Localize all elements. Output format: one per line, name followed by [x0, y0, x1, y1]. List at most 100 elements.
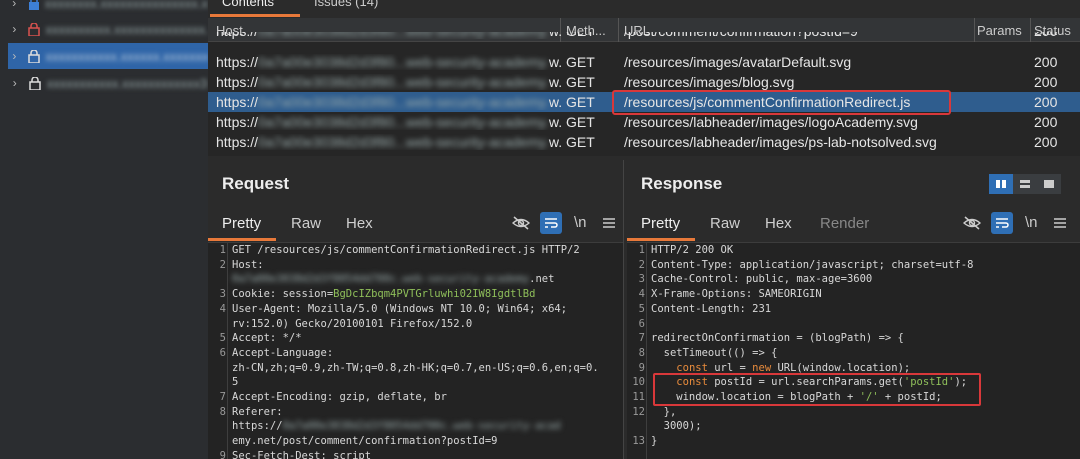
lock-icon — [27, 0, 41, 11]
site-host: xxxxxxxxxxx.xxxxxxxxxxxx30 — [46, 75, 209, 91]
code-line: setTimeout(() => { — [651, 346, 778, 359]
request-editor[interactable]: 1 2 3 4 5 6 7 8 9 GET /resources/js/comm… — [208, 242, 623, 459]
table-row[interactable]: https://0a7a00e3038d2d3f80...web-securit… — [208, 52, 1080, 72]
code-line: } — [651, 435, 658, 448]
tab-contents[interactable]: Contents — [222, 0, 274, 9]
tab-hex[interactable]: Hex — [346, 215, 373, 232]
active-tab-indicator — [208, 238, 276, 241]
chevron-right-icon[interactable]: › — [8, 0, 21, 10]
newline-toggle[interactable]: \n — [1025, 214, 1038, 231]
newline-toggle[interactable]: \n — [574, 214, 587, 231]
table-cell-method: GET — [566, 94, 595, 110]
table-cell-status: 200 — [1034, 134, 1058, 150]
table-row[interactable]: https://0a7a00e3038d2d3f80...web-securit… — [208, 132, 1080, 152]
code-line: HTTP/2 200 OK — [651, 244, 734, 256]
site-item[interactable]: › xxxxxxxxxxx.xxxxxxxxxxxx30 — [8, 70, 208, 96]
code-line: Host: — [232, 258, 264, 271]
code-line: 0a7a00e3038d2d3f8054dd700c.web-security-… — [232, 273, 555, 286]
single-view-icon[interactable] — [1037, 174, 1061, 194]
chevron-right-icon[interactable]: › — [8, 22, 21, 36]
eye-off-icon[interactable] — [510, 212, 532, 234]
site-host: xxxxxxxx.xxxxxxxxxxxxxxx.xxxx — [44, 0, 208, 11]
table-cell-status: 200 — [1034, 74, 1058, 90]
code-line: Referer: — [232, 405, 283, 418]
code-line: zh-CN,zh;q=0.9,zh-TW;q=0.8,zh-HK;q=0.7,e… — [232, 361, 599, 374]
site-item[interactable]: › xxxxxxxx.xxxxxxxxxxxxxxx.xxxx — [8, 0, 208, 16]
eye-off-icon[interactable] — [961, 212, 983, 234]
response-editor[interactable]: 1 2 3 4 5 6 7 8 9 10 11 12 13 HTTP/2 200… — [627, 242, 1080, 459]
red-lock-icon — [27, 21, 42, 37]
active-tab-indicator — [627, 238, 695, 241]
code-line: Content-Type: application/javascript; ch… — [651, 258, 974, 271]
table-cell-status: 200 — [1034, 114, 1058, 130]
tab-raw[interactable]: Raw — [291, 215, 321, 232]
table-cell-host: https://0a7a00e3038d2d3f80...web-securit… — [216, 134, 561, 150]
table-cell-url: /post/comment/confirmation?postId=9 — [624, 32, 972, 39]
code-line: GET /resources/js/commentConfirmationRed… — [232, 244, 580, 256]
wrap-icon[interactable] — [540, 212, 562, 234]
response-title: Response — [641, 174, 723, 193]
table-cell-status: 200 — [1034, 32, 1080, 39]
code-line: Accept-Language: — [232, 346, 334, 359]
site-map-tree: › xxxxxxxx.xxxxxxxxxxxxxxx.xxxx › xxxxxx… — [0, 0, 208, 459]
site-item-selected[interactable]: › xxxxxxxxxxx.xxxxxx.xxxxxxx30 — [8, 43, 208, 69]
split-horizontal-icon[interactable] — [1013, 174, 1037, 194]
layout-switcher — [989, 174, 1061, 196]
line-gutter: 1 2 3 4 5 6 7 8 9 — [208, 243, 228, 459]
code-line: redirectOnConfirmation = (blogPath) => { — [651, 332, 904, 345]
table-cell-url: /resources/labheader/images/ps-lab-notso… — [624, 134, 937, 150]
tab-pretty[interactable]: Pretty — [222, 215, 261, 232]
request-pane: Request Pretty Raw Hex \n 1 2 3 4 5 6 7 … — [208, 160, 624, 459]
table-row[interactable]: https://0a7a00e3038d2d3f80...web-securit… — [208, 112, 1080, 132]
code-line: Sec-Fetch-Dest: script — [232, 449, 372, 459]
line-gutter: 1 2 3 4 5 6 7 8 9 10 11 12 13 — [627, 243, 647, 459]
chevron-right-icon[interactable]: › — [8, 76, 21, 90]
table-cell-method: GET — [566, 134, 595, 150]
code-line: Content-Length: 231 — [651, 302, 772, 315]
tab-raw[interactable]: Raw — [710, 215, 740, 232]
top-tabs: Contents Issues (14) — [208, 0, 1080, 18]
url-highlight-box — [612, 90, 951, 115]
table-cell-host: https://0a7a00e3038d2d3f80...web-securit… — [216, 114, 561, 130]
code-line: https://0a7a00e3038d2d3f8054dd700c.web-s… — [232, 420, 561, 433]
split-vertical-icon[interactable] — [989, 174, 1013, 194]
table-cell-status: 200 — [1034, 54, 1058, 70]
table-cell-host: https://0a7a00e3038d2d3f80...web-securit… — [216, 32, 561, 39]
code-line: Accept: */* — [232, 332, 302, 345]
code-line: }, — [651, 405, 677, 418]
code-line: emy.net/post/comment/confirmation?postId… — [232, 435, 498, 448]
code-line: 3000); — [651, 420, 702, 433]
lock-icon — [27, 48, 42, 64]
tab-issues[interactable]: Issues (14) — [314, 0, 378, 9]
table-cell-url: /resources/labheader/images/logoAcademy.… — [624, 114, 918, 130]
site-host: xxxxxxxxxxx.xxxxxx.xxxxxxx30 — [45, 48, 209, 64]
code-line: Accept-Encoding: gzip, deflate, br — [232, 391, 447, 403]
table-row[interactable]: https://0a7a00e3038d2d3f80...web-securit… — [208, 32, 1080, 42]
site-host: xxxxxxxxxx.xxxxxxxxxxxxxx.co — [45, 21, 208, 37]
tab-hex[interactable]: Hex — [765, 215, 792, 232]
table-row[interactable]: https://0a7a00e3038d2d3f80...web-securit… — [208, 72, 1080, 92]
response-pane: Response Pretty Raw Hex Render \n 1 2 3 … — [627, 160, 1080, 459]
code-line: rv:152.0) Gecko/20100101 Firefox/152.0 — [232, 317, 473, 330]
request-title: Request — [222, 174, 290, 193]
table-cell-method: GET — [566, 32, 616, 39]
code-line: Cache-Control: public, max-age=3600 — [651, 273, 873, 286]
table-cell-url: /resources/images/avatarDefault.svg — [624, 54, 852, 70]
menu-icon[interactable] — [598, 212, 620, 234]
code-line: User-Agent: Mozilla/5.0 (Windows NT 10.0… — [232, 302, 568, 315]
code-line: 5 — [232, 376, 239, 389]
table-cell-host: https://0a7a00e3038d2d3f80...web-securit… — [216, 74, 561, 90]
code-line: Cookie: session=BgDcIZbqm4PVTGrluwhi02IW… — [232, 288, 536, 301]
lock-icon — [27, 75, 42, 91]
code-highlight-box — [653, 373, 981, 406]
site-item[interactable]: › xxxxxxxxxx.xxxxxxxxxxxxxx.co — [8, 16, 208, 42]
tab-render[interactable]: Render — [820, 215, 869, 232]
active-tab-indicator — [210, 14, 300, 17]
wrap-icon[interactable] — [991, 212, 1013, 234]
chevron-right-icon[interactable]: › — [8, 49, 21, 63]
tab-pretty[interactable]: Pretty — [641, 215, 680, 232]
menu-icon[interactable] — [1049, 212, 1071, 234]
table-cell-host: https://0a7a00e3038d2d3f80...web-securit… — [216, 54, 561, 70]
code-line: X-Frame-Options: SAMEORIGIN — [651, 288, 822, 301]
burp-proxy-window: › xxxxxxxx.xxxxxxxxxxxxxxx.xxxx › xxxxxx… — [0, 0, 1080, 459]
